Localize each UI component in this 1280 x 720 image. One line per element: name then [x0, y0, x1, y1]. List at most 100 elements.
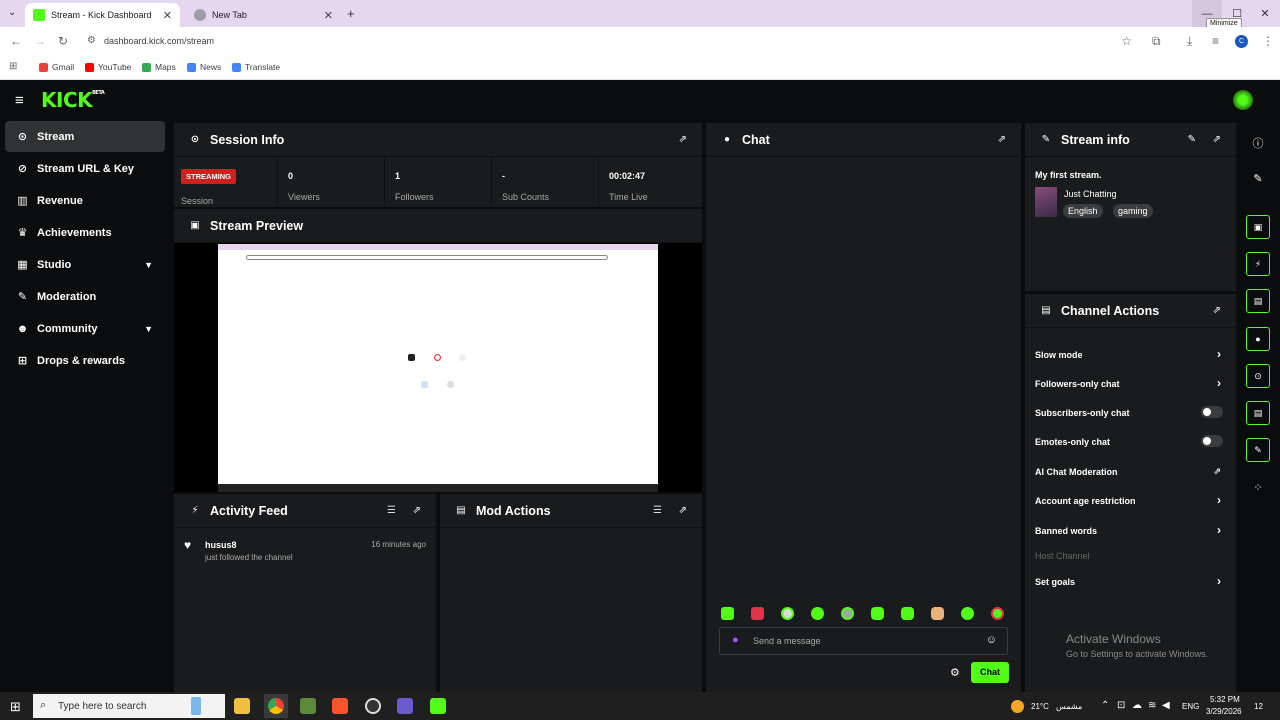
- rail-bolt-icon[interactable]: ⚡: [1246, 252, 1270, 276]
- sidebar-item-community[interactable]: ☻ Community ▼: [5, 313, 165, 344]
- emote[interactable]: [721, 607, 734, 620]
- action-banned-words[interactable]: Banned words ›: [1035, 523, 1225, 537]
- action-slow-mode[interactable]: Slow mode ›: [1035, 347, 1225, 361]
- emotes-only-toggle[interactable]: [1201, 435, 1223, 447]
- rail-broadcast-icon[interactable]: ⊙: [1246, 364, 1270, 388]
- tray-chevron-icon[interactable]: ⌃: [1101, 700, 1109, 711]
- tray-speaker-icon[interactable]: ◀: [1162, 700, 1170, 711]
- tab-search-icon[interactable]: ⌄: [8, 7, 16, 18]
- sidebar-item-stream[interactable]: ⊙ Stream: [5, 121, 165, 152]
- tray-language[interactable]: ENG: [1182, 702, 1199, 711]
- profile-avatar[interactable]: C: [1235, 35, 1248, 48]
- new-tab-icon[interactable]: +: [347, 6, 355, 21]
- tray-date[interactable]: 3/29/2026: [1206, 707, 1242, 716]
- weather-temp[interactable]: 21°C: [1031, 702, 1049, 711]
- close-window-icon[interactable]: ✕: [1250, 0, 1280, 27]
- subscribers-only-toggle[interactable]: [1201, 406, 1223, 418]
- close-tab-icon[interactable]: ✕: [324, 9, 333, 22]
- category-name[interactable]: Just Chatting: [1064, 189, 1117, 199]
- rail-wrench-icon[interactable]: ✎: [1246, 438, 1270, 462]
- emote[interactable]: [811, 607, 824, 620]
- sidebar-item-studio[interactable]: ▦ Studio ▼: [5, 249, 165, 280]
- sidebar-item-moderation[interactable]: ✎ Moderation: [5, 281, 165, 312]
- download-icon[interactable]: ⤓: [1187, 34, 1192, 49]
- popout-icon[interactable]: ⇗: [1213, 134, 1221, 145]
- edit-icon[interactable]: ✎: [1188, 134, 1196, 145]
- emote[interactable]: [961, 607, 974, 620]
- popout-icon[interactable]: ⇗: [998, 134, 1006, 145]
- emote[interactable]: [991, 607, 1004, 620]
- hamburger-menu-icon[interactable]: ≡: [15, 92, 24, 109]
- sidebar-item-revenue[interactable]: ▥ Revenue: [5, 185, 165, 216]
- emote[interactable]: [871, 607, 884, 620]
- filter-icon[interactable]: ☰: [387, 505, 396, 516]
- rail-more-icon[interactable]: ⁘: [1250, 481, 1266, 494]
- kick-logo[interactable]: KICKBETA: [41, 88, 105, 112]
- media-icon[interactable]: ≡: [1212, 34, 1219, 48]
- bookmark-maps[interactable]: Maps: [142, 62, 176, 72]
- back-icon[interactable]: ←: [10, 34, 22, 48]
- notification-badge[interactable]: 12: [1254, 702, 1263, 711]
- category-thumbnail[interactable]: [1035, 187, 1057, 217]
- forward-icon[interactable]: →: [34, 34, 46, 48]
- site-info-icon[interactable]: ⚙: [87, 35, 96, 46]
- sidebar-item-drops-rewards[interactable]: ⊞ Drops & rewards: [5, 345, 165, 376]
- action-ai-moderation[interactable]: AI Chat Moderation ⇗: [1035, 466, 1225, 477]
- sidebar-item-achievements[interactable]: ♛ Achievements: [5, 217, 165, 248]
- tag-gaming[interactable]: gaming: [1113, 204, 1153, 218]
- bookmark-translate[interactable]: Translate: [232, 62, 280, 72]
- popout-icon[interactable]: ⇗: [413, 505, 421, 516]
- tray-wifi-icon[interactable]: ≋: [1148, 700, 1156, 711]
- taskbar-search-box[interactable]: ⌕ Type here to search: [33, 694, 225, 718]
- popout-icon[interactable]: ⇗: [679, 134, 687, 145]
- bookmark-news[interactable]: News: [187, 62, 221, 72]
- bookmark-gmail[interactable]: Gmail: [39, 62, 74, 72]
- popout-icon[interactable]: ⇗: [1213, 305, 1221, 316]
- close-tab-icon[interactable]: ✕: [163, 9, 172, 22]
- user-avatar[interactable]: [1233, 90, 1253, 110]
- chat-input[interactable]: ● Send a message ☺: [719, 627, 1008, 655]
- minecraft-icon[interactable]: [300, 698, 316, 714]
- apps-grid-icon[interactable]: ⊞: [9, 61, 17, 72]
- emote[interactable]: [901, 607, 914, 620]
- info-icon[interactable]: ⓘ: [1250, 135, 1266, 151]
- tray-time[interactable]: 5:32 PM: [1210, 695, 1240, 704]
- tab-kick-dashboard[interactable]: Stream - Kick Dashboard ✕: [25, 3, 180, 27]
- emote[interactable]: [781, 607, 794, 620]
- popout-icon[interactable]: ⇗: [679, 505, 687, 516]
- kick-app-icon[interactable]: [430, 698, 446, 714]
- address-bar[interactable]: ⚙ dashboard.kick.com/stream ☆: [80, 32, 1140, 52]
- emote[interactable]: [751, 607, 764, 620]
- microphone-icon[interactable]: ●: [732, 634, 739, 646]
- reload-icon[interactable]: ↻: [58, 34, 68, 48]
- rail-preview-icon[interactable]: ▣: [1246, 215, 1270, 239]
- tab-new-tab[interactable]: New Tab ✕: [186, 3, 341, 27]
- extensions-icon[interactable]: ⧉: [1152, 34, 1161, 49]
- sidebar-item-stream-url-key[interactable]: ⊘ Stream URL & Key: [5, 153, 165, 184]
- emote[interactable]: [841, 607, 854, 620]
- action-set-goals[interactable]: Set goals ›: [1035, 574, 1225, 588]
- pencil-icon[interactable]: ✎: [1250, 172, 1266, 185]
- emote[interactable]: [931, 607, 944, 620]
- filter-icon[interactable]: ☰: [653, 505, 662, 516]
- windows-start-icon[interactable]: ⊞: [10, 699, 21, 715]
- emoji-icon[interactable]: ☺: [986, 634, 997, 646]
- bookmark-star-icon[interactable]: ☆: [1121, 34, 1132, 48]
- obs-icon[interactable]: [365, 698, 381, 714]
- action-account-age[interactable]: Account age restriction ›: [1035, 493, 1225, 507]
- file-explorer-icon[interactable]: [234, 698, 250, 714]
- app-icon[interactable]: [397, 698, 413, 714]
- action-followers-only[interactable]: Followers-only chat ›: [1035, 376, 1225, 390]
- rail-server-icon[interactable]: ▤: [1246, 401, 1270, 425]
- tray-cloud-icon[interactable]: ☁: [1132, 700, 1142, 711]
- tray-network-icon[interactable]: ⊡: [1117, 700, 1125, 711]
- tag-english[interactable]: English: [1063, 204, 1103, 218]
- preview-video[interactable]: [174, 243, 702, 492]
- brave-icon[interactable]: [332, 698, 348, 714]
- menu-dots-icon[interactable]: ⋮: [1262, 34, 1274, 48]
- bookmark-youtube[interactable]: YouTube: [85, 62, 131, 72]
- rail-clipboard-icon[interactable]: ▤: [1246, 289, 1270, 313]
- chat-send-button[interactable]: Chat: [971, 662, 1009, 683]
- chat-settings-icon[interactable]: ⚙: [950, 666, 960, 679]
- rail-chat-icon[interactable]: ●: [1246, 327, 1270, 351]
